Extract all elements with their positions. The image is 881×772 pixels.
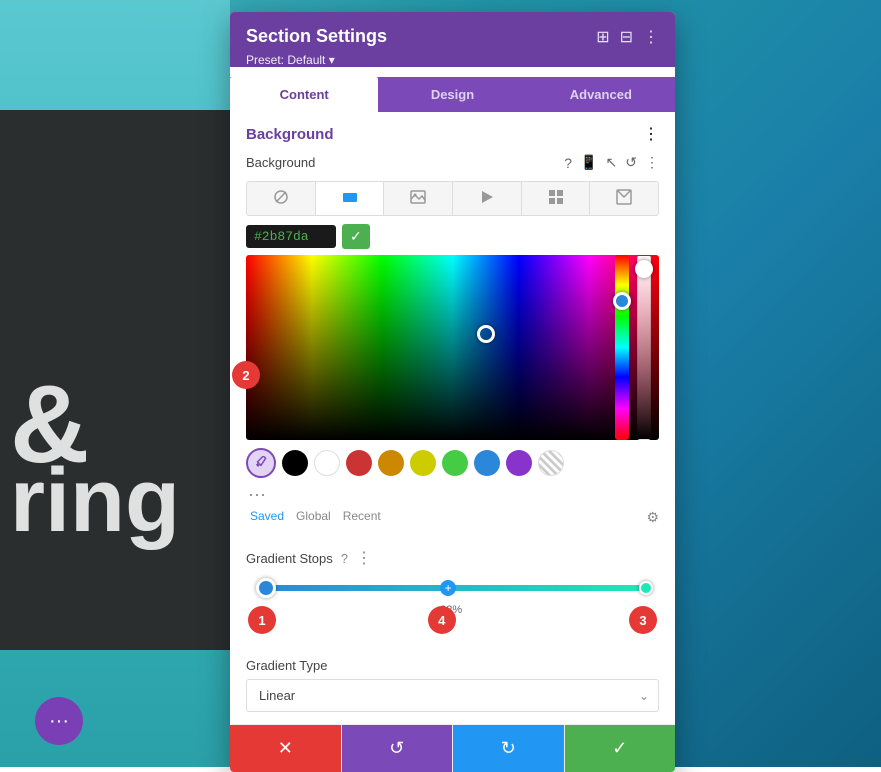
gradient-canvas-inner xyxy=(246,255,659,440)
bg-more-icon[interactable]: ⋮ xyxy=(645,154,659,171)
footer-cancel-button[interactable]: ✕ xyxy=(230,725,342,772)
panel-tabs: Content Design Advanced xyxy=(230,77,675,112)
footer-save-button[interactable]: ✓ xyxy=(565,725,676,772)
ring-decoration: ring xyxy=(10,450,180,553)
footer-redo-button[interactable]: ↻ xyxy=(453,725,565,772)
color-hex-row: ✓ xyxy=(246,224,659,249)
device-icon[interactable]: 📱 xyxy=(580,154,597,171)
color-picker: 2 ✓ xyxy=(246,224,659,526)
color-hex-input[interactable] xyxy=(246,225,336,248)
gradient-stops-header: Gradient Stops ? ⋮ xyxy=(246,548,659,568)
preset-label[interactable]: Preset: Default ▾ xyxy=(246,53,659,67)
swatch-more-row: ··· xyxy=(246,484,659,505)
color-confirm-button[interactable]: ✓ xyxy=(342,224,370,249)
gradient-badge-1: 1 xyxy=(248,606,276,634)
cursor-icon[interactable]: ↖ xyxy=(606,154,618,171)
background-section-more[interactable]: ⋮ xyxy=(643,124,659,144)
swatch-white[interactable] xyxy=(314,450,340,476)
background-controls-row: Background ? 📱 ↖ ↺ ⋮ xyxy=(246,154,659,171)
bg-type-none[interactable] xyxy=(247,182,316,215)
gradient-type-select[interactable]: Linear Radial Conic xyxy=(246,679,659,712)
swatch-purple[interactable] xyxy=(506,450,532,476)
swatch-tab-saved[interactable]: Saved xyxy=(250,509,284,526)
swatch-yellow[interactable] xyxy=(410,450,436,476)
panel-body: Background ⋮ Background ? 📱 ↖ ↺ ⋮ xyxy=(230,112,675,724)
hue-slider-thumb[interactable] xyxy=(613,292,631,310)
section-settings-panel: Section Settings ⊞ ⊟ ⋮ Preset: Default ▾… xyxy=(230,12,675,772)
swatch-red[interactable] xyxy=(346,450,372,476)
gradient-stops-section: Gradient Stops ? ⋮ + 32% 1 4 xyxy=(230,548,675,658)
opacity-slider[interactable] xyxy=(637,255,651,440)
gradient-stop-left-thumb[interactable] xyxy=(256,578,276,598)
bg-type-image[interactable] xyxy=(384,182,453,215)
swatch-tabs: Saved Global Recent ⚙ xyxy=(246,509,659,526)
bg-type-color[interactable] xyxy=(316,182,385,215)
bg-type-video[interactable] xyxy=(453,182,522,215)
tab-content[interactable]: Content xyxy=(230,77,378,112)
background-section-title: Background xyxy=(246,126,334,143)
swatch-tab-global[interactable]: Global xyxy=(296,509,331,526)
swatch-row xyxy=(246,448,659,478)
gradient-type-select-wrap: Linear Radial Conic ⌄ xyxy=(246,679,659,712)
gradient-stop-right-thumb[interactable] xyxy=(639,581,653,595)
fab-icon: ··· xyxy=(49,710,69,733)
panel-title: Section Settings xyxy=(246,26,387,47)
bg-dark-area: & ring xyxy=(0,110,230,650)
swatch-orange[interactable] xyxy=(378,450,404,476)
gradient-type-label: Gradient Type xyxy=(246,658,659,673)
bg-type-mask[interactable] xyxy=(590,182,658,215)
background-control-icons: ? 📱 ↖ ↺ ⋮ xyxy=(564,154,659,171)
panel-header: Section Settings ⊞ ⊟ ⋮ Preset: Default ▾ xyxy=(230,12,675,67)
swatch-tab-recent[interactable]: Recent xyxy=(343,509,381,526)
gradient-type-section: Gradient Type Linear Radial Conic ⌄ xyxy=(230,658,675,724)
swatch-black[interactable] xyxy=(282,450,308,476)
swatch-blue[interactable] xyxy=(474,450,500,476)
fullscreen-icon[interactable]: ⊞ xyxy=(596,27,609,47)
gradient-canvas[interactable] xyxy=(246,255,659,440)
swatch-settings-icon[interactable]: ⚙ xyxy=(646,509,659,526)
panel-header-icons: ⊞ ⊟ ⋮ xyxy=(596,27,659,47)
gradient-badge-3: 3 xyxy=(629,606,657,634)
background-type-tabs xyxy=(246,181,659,216)
swatch-transparent[interactable] xyxy=(538,450,564,476)
background-label: Background xyxy=(246,155,315,170)
gradient-add-stop-button[interactable]: + xyxy=(440,580,456,596)
help-icon[interactable]: ? xyxy=(564,155,572,171)
panel-header-top: Section Settings ⊞ ⊟ ⋮ xyxy=(246,26,659,47)
swatch-more-button[interactable]: ··· xyxy=(248,484,266,505)
hue-slider[interactable] xyxy=(615,255,629,440)
panel-footer: ✕ ↺ ↻ ✓ xyxy=(230,724,675,772)
gradient-stops-label: Gradient Stops xyxy=(246,551,333,566)
background-section-header: Background ⋮ xyxy=(246,124,659,144)
fab-button[interactable]: ··· xyxy=(35,697,83,745)
swatch-green[interactable] xyxy=(442,450,468,476)
tab-design[interactable]: Design xyxy=(378,77,526,112)
gradient-stops-more-icon[interactable]: ⋮ xyxy=(356,548,372,568)
gradient-badge-4: 4 xyxy=(428,606,456,634)
color-picker-handle[interactable] xyxy=(477,325,495,343)
reset-icon[interactable]: ↺ xyxy=(625,154,637,171)
color-dropper-button[interactable] xyxy=(246,448,276,478)
more-icon[interactable]: ⋮ xyxy=(643,27,659,47)
opacity-slider-thumb[interactable] xyxy=(635,260,653,278)
split-icon[interactable]: ⊟ xyxy=(620,27,633,47)
gradient-stops-help-icon[interactable]: ? xyxy=(341,551,348,566)
bg-type-pattern[interactable] xyxy=(522,182,591,215)
badge-2: 2 xyxy=(232,361,260,389)
tab-advanced[interactable]: Advanced xyxy=(527,77,675,112)
background-section: Background ⋮ Background ? 📱 ↖ ↺ ⋮ xyxy=(230,112,675,548)
gradient-slider[interactable]: + 32% 1 4 3 xyxy=(246,578,659,598)
footer-undo-button[interactable]: ↺ xyxy=(342,725,454,772)
bg-left-panel: & ring xyxy=(0,0,230,767)
